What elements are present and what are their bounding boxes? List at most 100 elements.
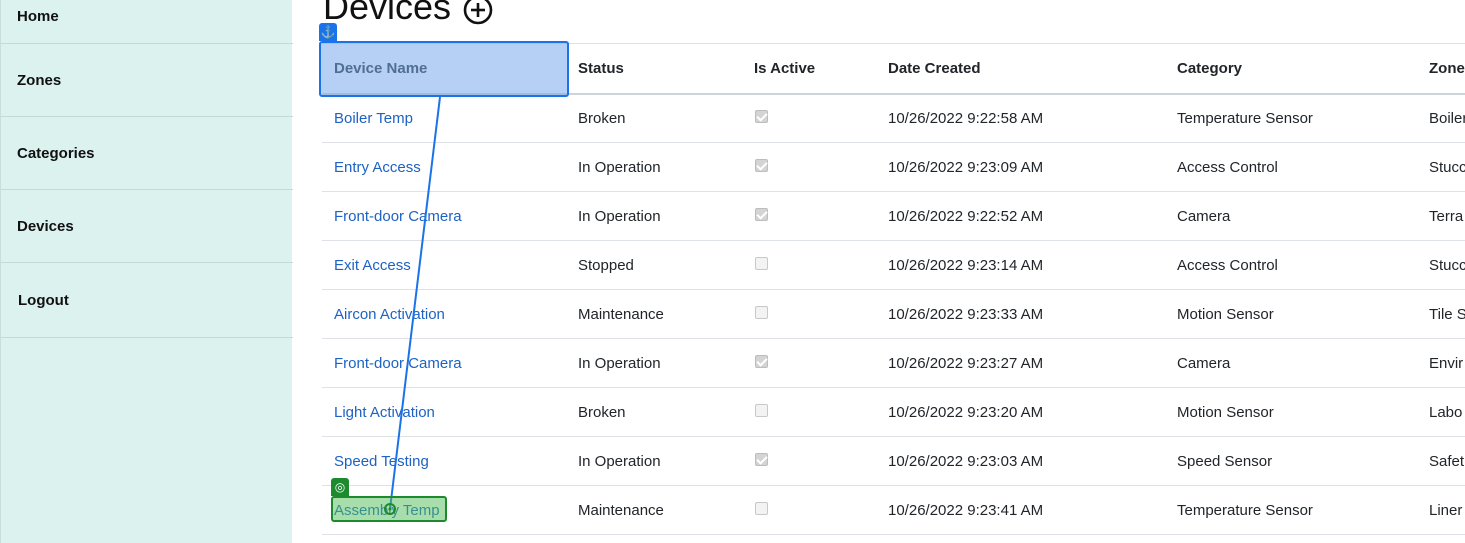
cell-category: Motion Sensor xyxy=(1165,289,1417,339)
table-row: Exit Access Stopped 10/26/2022 9:23:14 AM A… xyxy=(322,240,1465,290)
table-row: Entry Access In Operation 10/26/2022 9:23:… xyxy=(322,142,1465,192)
column-header-category[interactable]: Category xyxy=(1165,43,1417,95)
cell-date-created: 10/26/2022 9:22:58 AM xyxy=(876,93,1165,143)
cell-device-name: Front-door Camera xyxy=(322,338,566,388)
cell-zone: Boiler xyxy=(1417,93,1465,143)
cell-zone: Tile S xyxy=(1417,289,1465,339)
sidebar-item-zones[interactable]: Zones xyxy=(1,44,293,117)
device-name-link[interactable]: Exit Access xyxy=(334,257,411,274)
cell-date-created: 10/26/2022 9:23:41 AM xyxy=(876,485,1165,535)
cell-is-active xyxy=(742,387,876,437)
is-active-checkbox xyxy=(755,305,768,319)
cell-date-created: 10/26/2022 9:23:27 AM xyxy=(876,338,1165,388)
cell-category: Camera xyxy=(1165,191,1417,241)
sidebar-item-categories[interactable]: Categories xyxy=(1,117,293,190)
cell-category: Access Control xyxy=(1165,142,1417,192)
device-name-link[interactable]: Front-door Camera xyxy=(334,355,462,372)
devices-table: Device Name Status Is Active Date Create… xyxy=(322,43,1465,535)
cell-category: Motion Sensor xyxy=(1165,387,1417,437)
page-title: Devices xyxy=(323,0,493,28)
cell-is-active xyxy=(742,436,876,486)
is-active-checkbox xyxy=(755,158,768,172)
is-active-checkbox xyxy=(755,256,768,270)
cell-zone: Stucco xyxy=(1417,240,1465,290)
cell-zone: Labo xyxy=(1417,387,1465,437)
cell-is-active xyxy=(742,142,876,192)
sidebar-item-label: Home xyxy=(17,8,59,25)
table-row: Boiler Temp Broken 10/26/2022 9:22:58 AM Te… xyxy=(322,93,1465,143)
cell-status: Stopped xyxy=(566,240,742,290)
cell-category: Speed Sensor xyxy=(1165,436,1417,486)
sidebar-item-home[interactable]: Home xyxy=(1,0,293,44)
is-active-checkbox xyxy=(755,207,768,221)
column-header-date-created[interactable]: Date Created xyxy=(876,43,1165,95)
cell-status: In Operation xyxy=(566,191,742,241)
main-content: Devices Device Name Status Is Active Dat… xyxy=(292,0,1465,543)
cell-status: In Operation xyxy=(566,436,742,486)
cell-is-active xyxy=(742,93,876,143)
devices-table-container: Device Name Status Is Active Date Create… xyxy=(322,43,1465,535)
cell-device-name: Assembly Temp xyxy=(322,485,566,535)
column-header-is-active[interactable]: Is Active xyxy=(742,43,876,95)
column-header-status[interactable]: Status xyxy=(566,43,742,95)
sidebar-item-logout[interactable]: Logout xyxy=(1,263,293,338)
cell-category: Temperature Sensor xyxy=(1165,485,1417,535)
table-row: Assembly Temp Maintenance 10/26/2022 9:23:… xyxy=(322,485,1465,535)
cell-date-created: 10/26/2022 9:22:52 AM xyxy=(876,191,1165,241)
cell-status: Maintenance xyxy=(566,289,742,339)
table-row: Speed Testing In Operation 10/26/2022 9:23… xyxy=(322,436,1465,486)
is-active-checkbox xyxy=(755,403,768,417)
cell-device-name: Exit Access xyxy=(322,240,566,290)
cell-status: In Operation xyxy=(566,338,742,388)
plus-circle-icon[interactable] xyxy=(463,0,493,25)
device-name-link[interactable]: Speed Testing xyxy=(334,453,429,470)
cell-date-created: 10/26/2022 9:23:09 AM xyxy=(876,142,1165,192)
column-header-zone[interactable]: Zone xyxy=(1417,43,1465,95)
cell-is-active xyxy=(742,289,876,339)
device-name-link[interactable]: Front-door Camera xyxy=(334,208,462,225)
cell-zone: Safet xyxy=(1417,436,1465,486)
cell-is-active xyxy=(742,485,876,535)
device-name-link[interactable]: Aircon Activation xyxy=(334,306,445,323)
page-title-text: Devices xyxy=(323,0,452,27)
table-row: Aircon Activation Maintenance 10/26/2022 9… xyxy=(322,289,1465,339)
table-header-row: Device Name Status Is Active Date Create… xyxy=(322,43,1465,95)
device-name-link[interactable]: Assembly Temp xyxy=(334,502,440,519)
table-row: Front-door Camera In Operation 10/26/2022 … xyxy=(322,338,1465,388)
cell-status: In Operation xyxy=(566,142,742,192)
cell-zone: Envir xyxy=(1417,338,1465,388)
cell-status: Broken xyxy=(566,387,742,437)
sidebar-item-label: Logout xyxy=(18,291,69,309)
cell-status: Maintenance xyxy=(566,485,742,535)
cell-device-name: Entry Access xyxy=(322,142,566,192)
is-active-checkbox xyxy=(755,501,768,515)
table-row: Front-door Camera In Operation 10/26/2022 … xyxy=(322,191,1465,241)
cell-device-name: Speed Testing xyxy=(322,436,566,486)
cell-category: Temperature Sensor xyxy=(1165,93,1417,143)
is-active-checkbox xyxy=(755,109,768,123)
device-name-link[interactable]: Light Activation xyxy=(334,404,435,421)
is-active-checkbox xyxy=(755,354,768,368)
device-name-link[interactable]: Entry Access xyxy=(334,159,421,176)
sidebar: Home Zones Categories Devices Logout xyxy=(0,0,293,543)
cell-category: Camera xyxy=(1165,338,1417,388)
cell-device-name: Aircon Activation xyxy=(322,289,566,339)
cell-date-created: 10/26/2022 9:23:33 AM xyxy=(876,289,1165,339)
cell-date-created: 10/26/2022 9:23:03 AM xyxy=(876,436,1165,486)
table-row: Light Activation Broken 10/26/2022 9:23:20… xyxy=(322,387,1465,437)
cell-is-active xyxy=(742,338,876,388)
cell-status: Broken xyxy=(566,93,742,143)
sidebar-item-label: Zones xyxy=(17,71,62,89)
column-header-device-name[interactable]: Device Name xyxy=(322,43,566,95)
cell-zone: Stucco xyxy=(1417,142,1465,192)
cell-zone: Liner xyxy=(1417,485,1465,535)
cell-date-created: 10/26/2022 9:23:20 AM xyxy=(876,387,1165,437)
cell-zone: Terra xyxy=(1417,191,1465,241)
cell-is-active xyxy=(742,240,876,290)
is-active-checkbox xyxy=(755,452,768,466)
cell-date-created: 10/26/2022 9:23:14 AM xyxy=(876,240,1165,290)
cell-is-active xyxy=(742,191,876,241)
device-name-link[interactable]: Boiler Temp xyxy=(334,110,413,127)
sidebar-item-devices[interactable]: Devices xyxy=(1,190,293,263)
sidebar-item-label: Categories xyxy=(17,144,95,162)
